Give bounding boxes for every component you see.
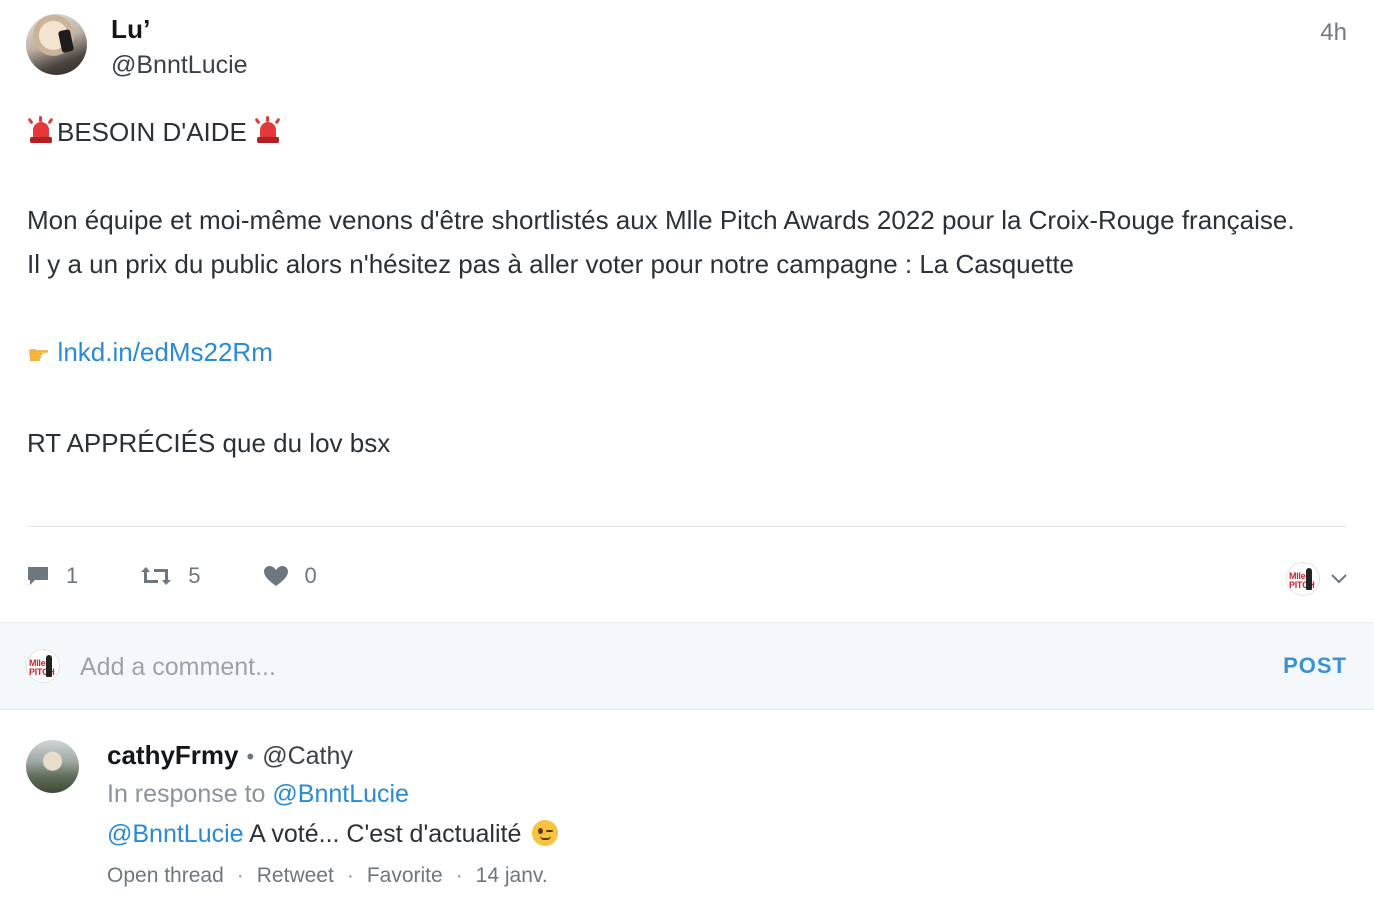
comment-bar: Mlle PITCH POST <box>0 622 1374 710</box>
siren-icon <box>254 116 282 144</box>
tweet-line-5: RT APPRÉCIÉS que du lov bsx <box>27 428 391 458</box>
mention-link[interactable]: @BnntLucie <box>107 820 244 848</box>
action-dot: · <box>346 864 354 887</box>
siren-icon <box>27 116 55 144</box>
reply-actions: Open thread · Retweet · Favorite · 14 ja… <box>107 864 548 888</box>
tweet-line-2: Mon équipe et moi-même venons d'être sho… <box>27 205 1295 235</box>
divider <box>27 526 1347 527</box>
heart-icon <box>263 566 288 586</box>
tweet-actions: 1 5 0 <box>26 558 379 594</box>
commenter-avatar: Mlle PITCH <box>26 649 60 683</box>
tweet-link[interactable]: lnkd.in/edMs22Rm <box>58 337 273 367</box>
action-dot: · <box>236 864 244 887</box>
reply-button[interactable]: 1 <box>26 563 78 589</box>
reply-handle[interactable]: @Cathy <box>262 742 353 771</box>
action-dot: · <box>455 864 463 887</box>
comment-input[interactable] <box>80 645 1230 689</box>
in-response-handle-link[interactable]: @BnntLucie <box>272 780 409 808</box>
pointing-right-icon: ☛ <box>27 340 51 370</box>
reply-date: 14 janv. <box>475 864 548 887</box>
logo-figure <box>1306 568 1312 590</box>
display-name[interactable]: Lu’ <box>111 14 151 45</box>
retweet-count: 5 <box>188 563 201 588</box>
account-logo-text: Mlle PITCH <box>29 658 55 677</box>
post-button[interactable]: POST <box>1283 653 1347 679</box>
tweet-timestamp[interactable]: 4h <box>1320 19 1347 47</box>
reply-avatar[interactable] <box>26 740 79 793</box>
reply-header: cathyFrmy • @Cathy <box>107 740 353 771</box>
in-response-to: In response to @BnntLucie <box>107 780 409 809</box>
reply-text: @BnntLucie A voté... C'est d'actualité <box>107 820 559 849</box>
tweet-heading: BESOIN D'AIDE <box>57 117 247 147</box>
favorite-link[interactable]: Favorite <box>367 864 443 888</box>
tweet-line-3: Il y a un prix du public alors n'hésitez… <box>27 249 1075 279</box>
reply-count: 1 <box>66 563 79 588</box>
retweet-button[interactable]: 5 <box>140 563 201 589</box>
tweet-card: Lu’ @BnntLucie 4h BESOIN D'AIDE Mon équi… <box>0 0 1374 622</box>
tweet-body: BESOIN D'AIDE Mon équipe et moi-même ven… <box>27 110 1347 465</box>
comment-icon <box>28 567 48 585</box>
user-handle[interactable]: @BnntLucie <box>111 51 248 80</box>
logo-figure <box>46 655 52 677</box>
phone-shape <box>57 28 75 54</box>
reply-tweet: cathyFrmy • @Cathy In response to @BnntL… <box>0 710 1374 918</box>
winking-face-icon <box>532 820 559 846</box>
like-count: 0 <box>304 563 317 588</box>
chevron-down-icon[interactable] <box>1330 573 1348 585</box>
account-avatar[interactable]: Mlle PITCH <box>1286 562 1320 596</box>
reply-message: A voté... C'est d'actualité <box>249 820 522 848</box>
reply-display-name[interactable]: cathyFrmy <box>107 740 239 771</box>
retweet-link[interactable]: Retweet <box>257 864 334 888</box>
tweet-line-link: ☛ lnkd.in/edMs22Rm <box>27 330 1347 377</box>
tweet-line-1: BESOIN D'AIDE <box>27 110 1347 154</box>
user-avatar[interactable] <box>26 14 87 75</box>
retweet-icon <box>141 567 172 585</box>
account-switcher[interactable]: Mlle PITCH <box>1286 562 1348 596</box>
in-response-prefix: In response to <box>107 780 266 808</box>
like-button[interactable]: 0 <box>263 563 317 589</box>
account-logo-text: Mlle PITCH <box>1289 571 1315 590</box>
open-thread-link[interactable]: Open thread <box>107 864 224 888</box>
reply-separator: • <box>246 744 255 769</box>
